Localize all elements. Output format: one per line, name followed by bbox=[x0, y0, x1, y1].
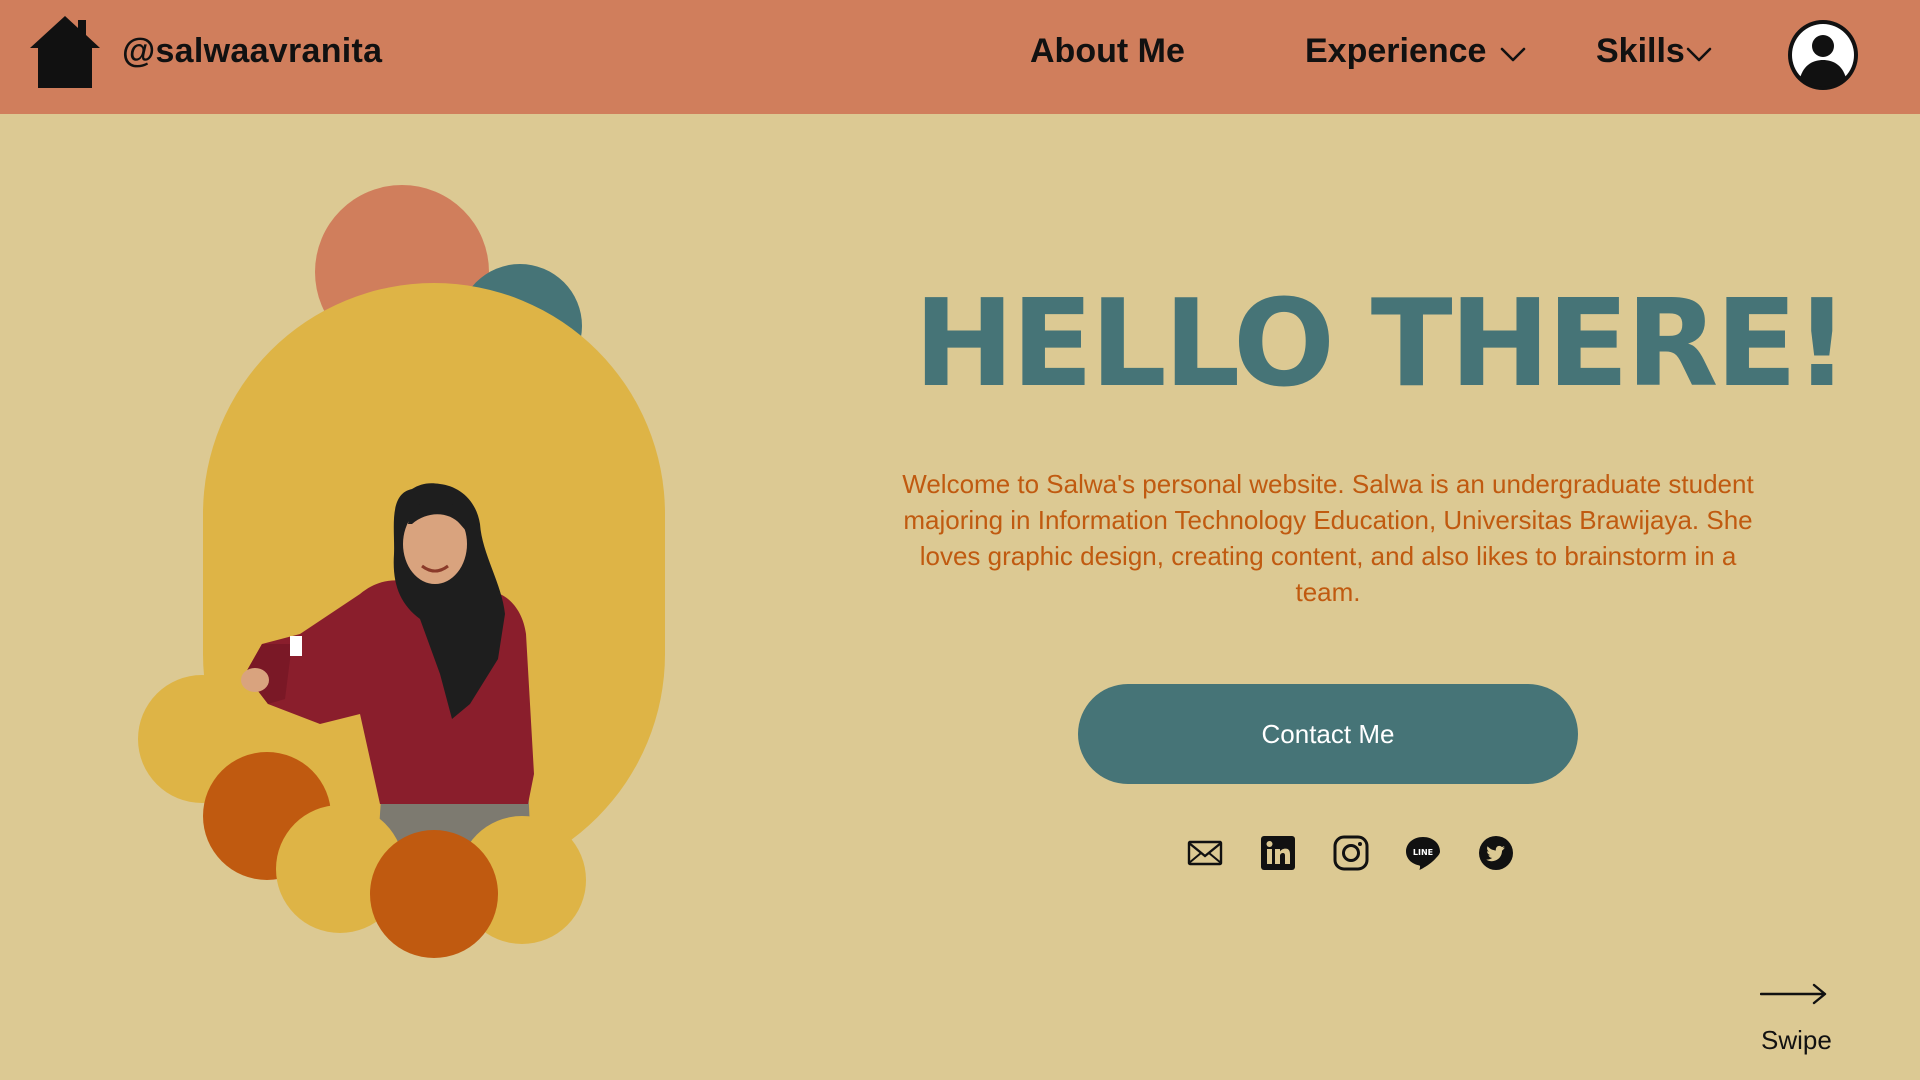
mail-icon[interactable] bbox=[1187, 835, 1223, 871]
nav-skills[interactable]: Skills bbox=[1596, 32, 1685, 71]
decor-circle bbox=[370, 830, 498, 958]
swipe-label[interactable]: Swipe bbox=[1761, 1025, 1832, 1056]
hero-title: HELLO THERE! bbox=[913, 275, 1849, 414]
site-handle[interactable]: @salwaavranita bbox=[122, 32, 382, 71]
page: @salwaavranita About Me Experience Skill… bbox=[0, 0, 1920, 1080]
chevron-down-icon[interactable] bbox=[1500, 47, 1526, 63]
contact-me-button[interactable]: Contact Me bbox=[1078, 684, 1578, 784]
line-icon[interactable]: LINE bbox=[1405, 835, 1441, 871]
nav-about-me[interactable]: About Me bbox=[1030, 32, 1185, 71]
twitter-icon[interactable] bbox=[1478, 835, 1514, 871]
linkedin-icon[interactable] bbox=[1260, 835, 1296, 871]
chevron-down-icon[interactable] bbox=[1686, 47, 1712, 63]
arrow-right-icon[interactable] bbox=[1760, 982, 1828, 1006]
top-navbar: @salwaavranita About Me Experience Skill… bbox=[0, 0, 1920, 114]
profile-avatar-icon[interactable] bbox=[1786, 18, 1860, 92]
hero-intro-text: Welcome to Salwa's personal website. Sal… bbox=[902, 469, 1754, 607]
home-icon[interactable] bbox=[28, 14, 102, 90]
hero-illustration bbox=[138, 185, 665, 958]
svg-text:LINE: LINE bbox=[1413, 848, 1433, 857]
instagram-icon[interactable] bbox=[1333, 835, 1369, 871]
nav-experience[interactable]: Experience bbox=[1305, 32, 1486, 71]
